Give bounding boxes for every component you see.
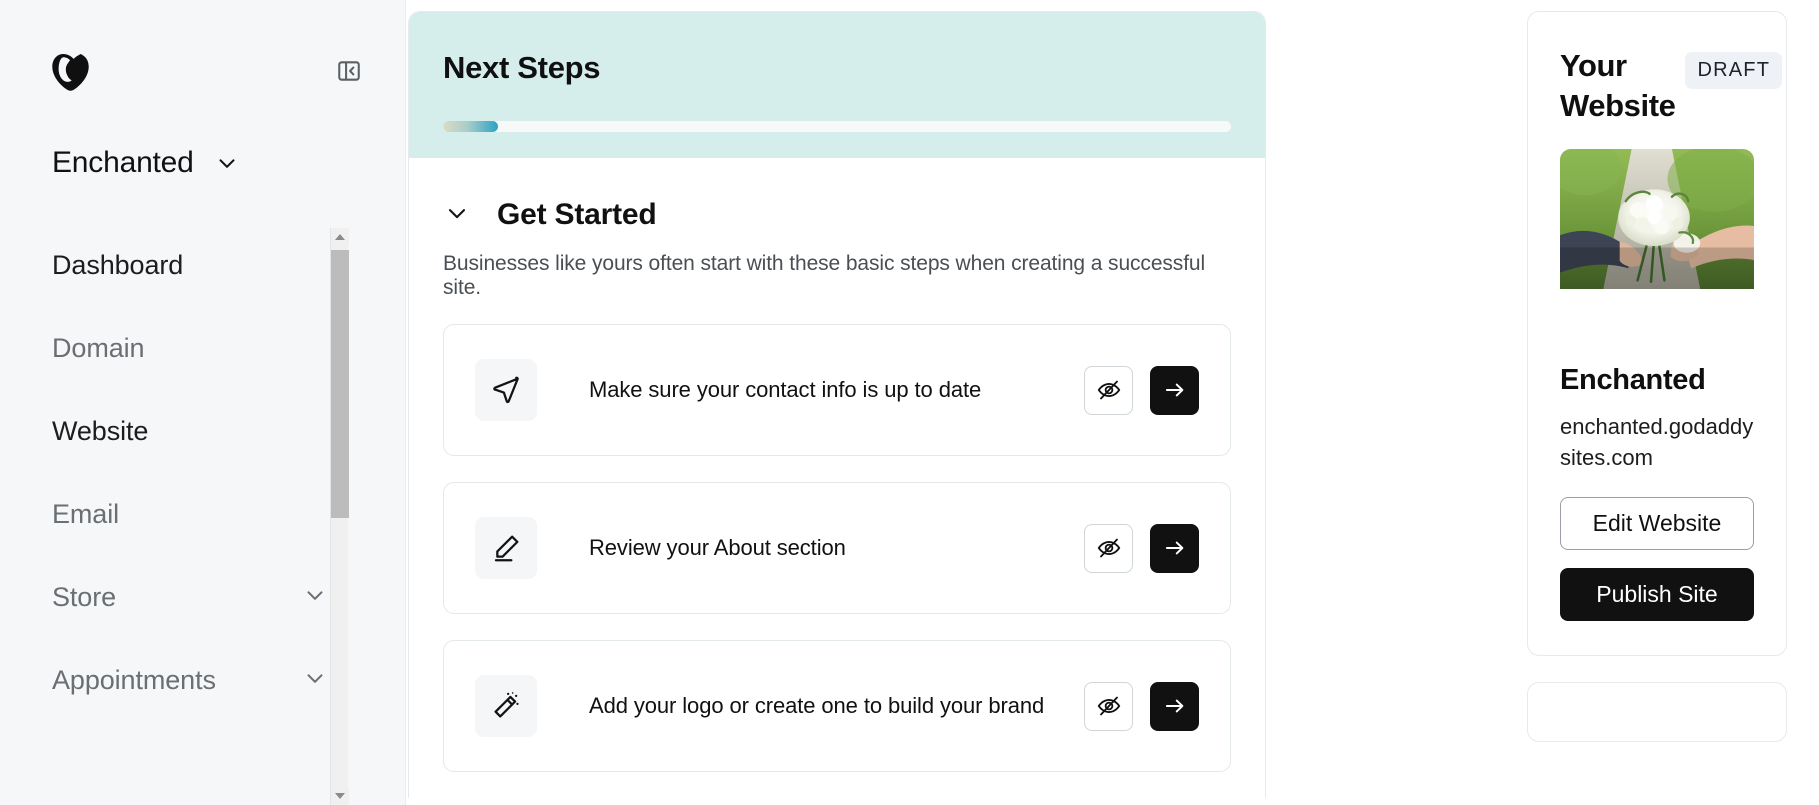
godaddy-heart-logo[interactable] [50, 48, 96, 94]
chevron-down-icon [302, 665, 328, 696]
sidebar-item-domain[interactable]: Domain [52, 307, 406, 390]
get-started-section-header[interactable]: Get Started [443, 198, 1231, 232]
arrow-right-icon[interactable] [1150, 682, 1199, 731]
progress-bar [443, 121, 1231, 132]
your-website-header: Your Website DRAFT [1560, 46, 1754, 127]
sidebar-item-label: Store [52, 582, 116, 613]
eye-off-icon[interactable] [1084, 682, 1133, 731]
next-steps-body: Get Started Businesses like yours often … [409, 158, 1265, 772]
main-content: Next Steps Get Started Businesses like y… [406, 0, 1527, 805]
task-actions [1084, 682, 1199, 731]
task-actions [1084, 524, 1199, 573]
pencil-edit-icon [475, 517, 537, 579]
sidebar-item-label: Appointments [52, 665, 216, 696]
section-title: Get Started [497, 198, 657, 232]
sidebar-item-email[interactable]: Email [52, 473, 406, 556]
edit-website-button[interactable]: Edit Website [1560, 497, 1754, 550]
arrow-right-icon[interactable] [1150, 366, 1199, 415]
task-label: Make sure your contact info is up to dat… [537, 377, 1084, 403]
task-card[interactable]: Add your logo or create one to build you… [443, 640, 1231, 772]
publish-site-button[interactable]: Publish Site [1560, 568, 1754, 621]
secondary-rail-card [1527, 682, 1787, 742]
site-name: Enchanted [1560, 364, 1754, 397]
status-badge: DRAFT [1685, 52, 1782, 89]
brand-switcher[interactable]: Enchanted [0, 94, 406, 180]
panel-collapse-icon[interactable] [334, 56, 364, 86]
arrow-right-icon[interactable] [1150, 524, 1199, 573]
sidebar-item-dashboard[interactable]: Dashboard [52, 224, 406, 307]
sidebar-item-label: Website [52, 416, 148, 447]
next-steps-card: Next Steps Get Started Businesses like y… [408, 11, 1266, 798]
brand-name: Enchanted [52, 146, 194, 180]
eye-off-icon[interactable] [1084, 366, 1133, 415]
dashboard-page: Enchanted Dashboard Domain Website Email… [0, 0, 1819, 805]
eye-icon [1598, 292, 1624, 323]
right-rail: Your Website DRAFT [1527, 0, 1819, 805]
rail-title: Your Website [1560, 46, 1675, 127]
preview-overlay[interactable]: Preview [1560, 292, 1754, 323]
task-list: Make sure your contact info is up to dat… [443, 324, 1231, 772]
scroll-up-arrow-icon[interactable] [331, 228, 349, 246]
task-label: Review your About section [537, 535, 1084, 561]
sidebar-item-store[interactable]: Store [52, 556, 406, 639]
your-website-card: Your Website DRAFT [1527, 11, 1787, 656]
chevron-down-icon [214, 150, 240, 176]
preview-link[interactable]: Preview [1634, 294, 1716, 321]
sidebar-item-label: Dashboard [52, 250, 183, 281]
sidebar-scrollbar[interactable] [330, 228, 348, 805]
task-card[interactable]: Review your About section [443, 482, 1231, 614]
site-url: enchanted.godaddysites.com [1560, 411, 1754, 473]
page-title: Next Steps [443, 50, 1231, 86]
sidebar-item-label: Email [52, 499, 119, 530]
scroll-down-arrow-icon[interactable] [331, 787, 349, 805]
next-steps-banner: Next Steps [409, 12, 1265, 158]
task-label: Add your logo or create one to build you… [537, 693, 1084, 719]
progress-bar-fill [443, 121, 498, 132]
scrollbar-thumb[interactable] [331, 250, 349, 518]
section-description: Businesses like yours often start with t… [443, 252, 1231, 300]
chevron-down-icon [443, 199, 471, 232]
sidebar-item-label: Domain [52, 333, 144, 364]
sidebar-item-appointments[interactable]: Appointments [52, 639, 406, 722]
paper-plane-icon [475, 359, 537, 421]
task-card[interactable]: Make sure your contact info is up to dat… [443, 324, 1231, 456]
website-thumbnail[interactable]: Preview [1560, 149, 1754, 337]
chevron-down-icon [302, 582, 328, 613]
sidebar: Enchanted Dashboard Domain Website Email… [0, 0, 406, 805]
eye-off-icon[interactable] [1084, 524, 1133, 573]
task-actions [1084, 366, 1199, 415]
sidebar-item-website[interactable]: Website [52, 390, 406, 473]
sidebar-header [0, 0, 406, 94]
magic-wand-icon [475, 675, 537, 737]
